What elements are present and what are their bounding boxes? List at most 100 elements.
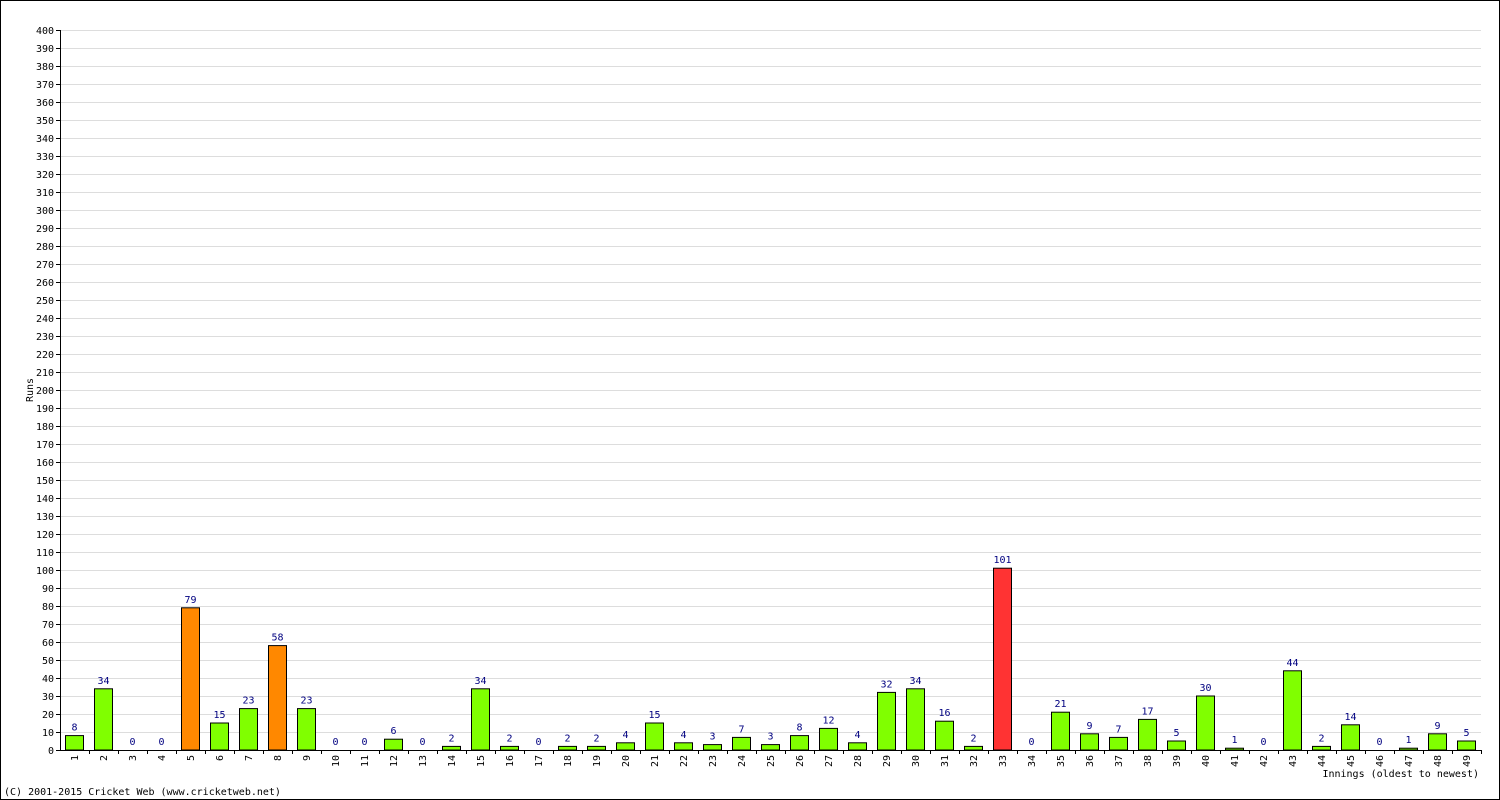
x-tick-label: 43	[1288, 755, 1299, 767]
y-tick-label: 260	[36, 278, 54, 289]
value-label: 34	[97, 676, 109, 687]
value-label: 14	[1344, 712, 1356, 723]
runs-bar-chart: 0102030405060708090100110120130140150160…	[4, 26, 1482, 798]
y-tick-label: 270	[36, 260, 54, 271]
bar	[1051, 711, 1070, 751]
x-tick-label: 26	[795, 755, 806, 767]
x-tick-label: 5	[186, 755, 197, 761]
x-tick-label: 15	[476, 755, 487, 767]
y-tick-label: 50	[42, 656, 54, 667]
y-tick-label: 120	[36, 530, 54, 541]
bar	[268, 645, 287, 751]
x-tick-label: 39	[1172, 755, 1183, 767]
bar	[935, 720, 954, 751]
y-tick-label: 150	[36, 476, 54, 487]
bar	[442, 745, 461, 751]
y-tick-label: 130	[36, 512, 54, 523]
y-tick-label: 230	[36, 332, 54, 343]
bar	[1457, 740, 1476, 751]
bar	[500, 745, 519, 751]
value-label: 23	[242, 696, 254, 707]
x-tick-label: 45	[1346, 755, 1357, 767]
value-label: 21	[1054, 699, 1066, 710]
y-tick-label: 380	[36, 62, 54, 73]
x-tick-label: 25	[766, 755, 777, 767]
bar	[1283, 670, 1302, 751]
value-label: 2	[970, 733, 976, 744]
bar	[1225, 747, 1244, 751]
x-tick-label: 2	[99, 755, 110, 761]
x-tick-label: 9	[302, 755, 313, 761]
y-tick-label: 370	[36, 80, 54, 91]
y-tick-label: 0	[48, 746, 54, 757]
value-label: 1	[1231, 735, 1237, 746]
y-tick-label: 280	[36, 242, 54, 253]
x-tick-label: 11	[360, 755, 371, 767]
bar	[674, 742, 693, 751]
value-label: 0	[1376, 737, 1382, 748]
bar	[1312, 745, 1331, 751]
gridlines	[60, 30, 1481, 733]
y-tick-label: 240	[36, 314, 54, 325]
value-label: 12	[822, 715, 834, 726]
value-label: 79	[184, 595, 196, 606]
y-tick-label: 30	[42, 692, 54, 703]
value-label: 9	[1434, 721, 1440, 732]
bar	[558, 745, 577, 751]
y-tick-label: 360	[36, 98, 54, 109]
value-label: 15	[648, 710, 660, 721]
value-label: 7	[738, 724, 744, 735]
bar	[239, 708, 258, 751]
y-tick-label: 400	[36, 26, 54, 37]
value-label: 15	[213, 710, 225, 721]
x-tick-label: 6	[215, 755, 226, 761]
value-label: 9	[1086, 721, 1092, 732]
value-label: 4	[622, 730, 628, 741]
value-label: 17	[1141, 706, 1153, 717]
bar	[993, 567, 1012, 751]
value-label: 8	[796, 723, 802, 734]
x-tick-label: 36	[1085, 755, 1096, 767]
x-tick-label: 47	[1404, 755, 1415, 767]
y-tick-label: 250	[36, 296, 54, 307]
y-tick-label: 310	[36, 188, 54, 199]
value-label: 0	[332, 737, 338, 748]
copyright-text: (C) 2001-2015 Cricket Web (www.cricketwe…	[4, 787, 281, 798]
x-tick-label: 20	[621, 755, 632, 767]
x-tick-label: 48	[1433, 755, 1444, 767]
value-label: 3	[767, 732, 773, 743]
y-axis-label: Runs	[25, 378, 36, 402]
y-tick-label: 320	[36, 170, 54, 181]
bar	[1196, 695, 1215, 751]
x-tick-label: 31	[940, 755, 951, 767]
x-tick-label: 3	[128, 755, 139, 761]
value-label: 2	[564, 733, 570, 744]
value-label: 5	[1173, 728, 1179, 739]
x-tick-label: 4	[157, 755, 168, 761]
bar	[384, 738, 403, 751]
bar	[703, 744, 722, 751]
y-tick-label: 90	[42, 584, 54, 595]
value-label: 0	[1260, 737, 1266, 748]
value-label: 0	[361, 737, 367, 748]
bar	[761, 744, 780, 751]
x-tick-label: 40	[1201, 755, 1212, 767]
x-tick-label: 24	[737, 755, 748, 767]
y-tick-label: 190	[36, 404, 54, 415]
value-label: 34	[909, 676, 921, 687]
x-tick-label: 35	[1056, 755, 1067, 767]
x-tick-label: 17	[534, 755, 545, 767]
y-tick-label: 170	[36, 440, 54, 451]
x-tick-label: 42	[1259, 755, 1270, 767]
bar	[1428, 733, 1447, 751]
value-label: 8	[71, 723, 77, 734]
value-label: 58	[271, 633, 283, 644]
x-tick-label: 27	[824, 755, 835, 767]
value-label: 1	[1405, 735, 1411, 746]
value-label: 0	[535, 737, 541, 748]
value-label: 3	[709, 732, 715, 743]
x-axis-label: Innings (oldest to newest)	[1322, 769, 1479, 780]
value-label: 34	[474, 676, 486, 687]
y-tick-label: 110	[36, 548, 54, 559]
value-label: 4	[854, 730, 860, 741]
